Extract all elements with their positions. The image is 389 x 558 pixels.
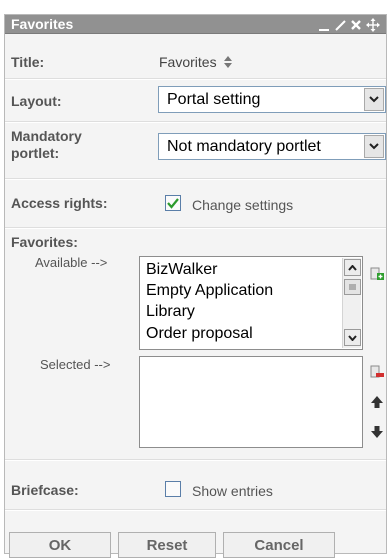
layout-select-value: Portal setting bbox=[167, 91, 261, 108]
show-entries-label: Show entries bbox=[192, 483, 273, 499]
scroll-up-button[interactable] bbox=[344, 259, 361, 276]
chevron-down-icon bbox=[348, 334, 357, 341]
mandatory-label: Mandatory portlet: bbox=[11, 128, 82, 161]
titlebar-controls bbox=[318, 15, 380, 34]
grip-icon bbox=[349, 284, 356, 290]
title-value: Favorites bbox=[159, 54, 233, 70]
briefcase-label: Briefcase: bbox=[11, 482, 79, 498]
add-icon[interactable] bbox=[370, 267, 384, 281]
close-icon[interactable] bbox=[350, 18, 362, 32]
divider bbox=[5, 79, 386, 80]
change-settings-label: Change settings bbox=[192, 197, 294, 213]
mandatory-select[interactable]: Not mandatory portlet bbox=[158, 133, 386, 160]
selected-label: Selected --> bbox=[40, 357, 111, 372]
sort-icon[interactable] bbox=[223, 56, 233, 68]
available-scrollbar[interactable] bbox=[342, 258, 361, 348]
favorites-portlet: Favorites Title: Favorites Layout: Porta… bbox=[4, 14, 387, 558]
list-item[interactable]: Empty Application bbox=[146, 282, 273, 300]
move-icon[interactable] bbox=[366, 17, 380, 32]
cancel-button[interactable]: Cancel bbox=[223, 532, 335, 558]
divider bbox=[5, 179, 386, 180]
chevron-down-icon[interactable] bbox=[364, 135, 384, 158]
title-label: Title: bbox=[11, 54, 45, 70]
available-label: Available --> bbox=[35, 255, 108, 270]
checkmark-icon bbox=[167, 198, 179, 209]
minimize-icon[interactable] bbox=[318, 18, 330, 32]
selected-listbox[interactable] bbox=[139, 356, 363, 448]
scroll-down-button[interactable] bbox=[344, 329, 361, 346]
divider bbox=[5, 228, 386, 229]
list-item[interactable]: BizWalker bbox=[146, 261, 217, 279]
scroll-thumb[interactable] bbox=[344, 279, 361, 295]
access-rights-label: Access rights: bbox=[11, 195, 108, 211]
ok-button[interactable]: OK bbox=[9, 532, 111, 558]
available-listbox[interactable]: BizWalker Empty Application Library Orde… bbox=[139, 256, 363, 350]
list-item[interactable]: Library bbox=[146, 303, 195, 321]
title-value-text: Favorites bbox=[159, 54, 217, 70]
reset-button[interactable]: Reset bbox=[118, 532, 216, 558]
window-titlebar: Favorites bbox=[5, 15, 386, 34]
chevron-down-icon[interactable] bbox=[364, 88, 384, 111]
move-down-icon[interactable] bbox=[370, 425, 384, 439]
edit-icon[interactable] bbox=[334, 18, 346, 32]
change-settings-checkbox[interactable] bbox=[165, 195, 181, 211]
divider bbox=[5, 122, 386, 123]
show-entries-checkbox[interactable] bbox=[165, 481, 181, 497]
move-up-icon[interactable] bbox=[370, 395, 384, 409]
chevron-up-icon bbox=[348, 264, 357, 271]
mandatory-select-value: Not mandatory portlet bbox=[167, 138, 321, 155]
window-title: Favorites bbox=[11, 16, 74, 32]
layout-select[interactable]: Portal setting bbox=[158, 86, 386, 113]
list-item[interactable]: Order proposal bbox=[146, 325, 253, 343]
divider bbox=[5, 510, 386, 511]
layout-label: Layout: bbox=[11, 93, 62, 109]
favorites-label: Favorites: bbox=[11, 234, 78, 250]
divider bbox=[5, 460, 386, 461]
remove-icon[interactable] bbox=[370, 365, 384, 379]
